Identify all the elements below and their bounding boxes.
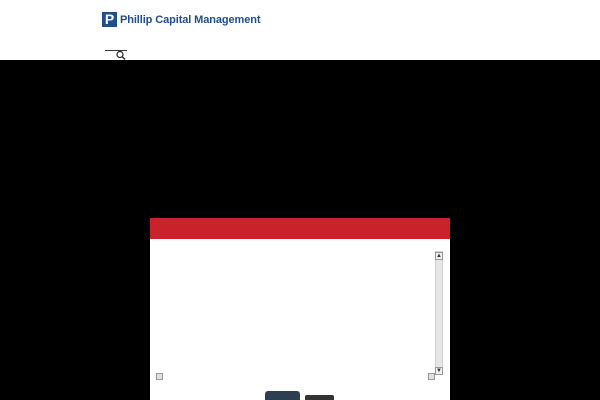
- search-icon: [116, 50, 126, 60]
- primary-button[interactable]: [265, 391, 300, 400]
- resize-handle-right-icon[interactable]: [428, 373, 435, 380]
- modal-header: [150, 218, 450, 239]
- secondary-button[interactable]: [305, 395, 334, 400]
- site-header: P Phillip Capital Management: [0, 0, 600, 60]
- logo[interactable]: P Phillip Capital Management: [102, 12, 261, 27]
- logo-text: Phillip Capital Management: [120, 13, 261, 26]
- logo-mark: P: [102, 12, 117, 27]
- modal-textarea[interactable]: [155, 248, 445, 381]
- scroll-up-icon[interactable]: ▲: [435, 252, 443, 260]
- modal-dialog: ▲ ▼: [150, 218, 450, 400]
- search-toggle[interactable]: [105, 48, 127, 60]
- textarea-scrollbar[interactable]: [435, 251, 443, 369]
- scroll-down-icon[interactable]: ▼: [435, 367, 443, 375]
- resize-handle-left-icon[interactable]: [156, 373, 163, 380]
